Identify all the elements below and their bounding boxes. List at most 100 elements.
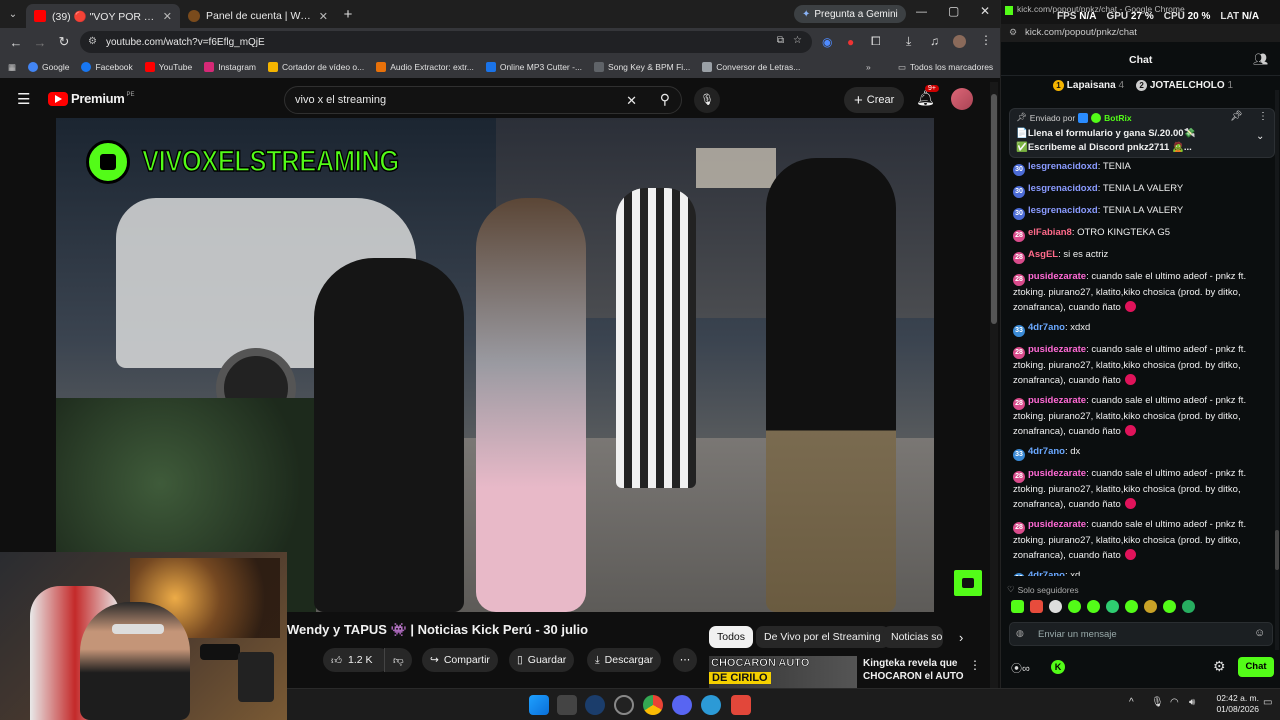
discord-icon[interactable] — [672, 695, 692, 715]
extension-icon[interactable]: ● — [847, 35, 854, 49]
extension-icon[interactable]: ◉ — [822, 35, 832, 49]
all-bookmarks-folder[interactable]: ▭ Todos los marcadores — [898, 62, 993, 73]
capture-app-icon[interactable] — [731, 695, 751, 715]
gemini-button[interactable]: ✦ Pregunta a Gemini — [794, 5, 906, 23]
notifications-button[interactable]: 🔔︎ 9+ — [916, 85, 939, 107]
chat-username[interactable]: AsgEL — [1028, 249, 1058, 260]
like-button[interactable]: 👍︎ 1.2 K — [323, 648, 391, 672]
download-button[interactable]: ⤓ Descargar — [587, 648, 662, 672]
more-actions-button[interactable]: ⋯ — [673, 648, 697, 672]
dislike-button[interactable]: 👎︎ — [384, 648, 412, 672]
scrollbar-thumb[interactable] — [991, 94, 997, 324]
file-explorer-icon[interactable] — [557, 695, 577, 715]
chevron-up-icon[interactable]: ^ — [1129, 697, 1134, 708]
steam-icon[interactable] — [585, 695, 605, 715]
wifi-icon[interactable]: ◠ — [1170, 697, 1179, 708]
bookmark-mp3-cutter[interactable]: Online MP3 Cutter -... — [485, 62, 582, 72]
voice-search-icon[interactable]: 🎙 — [694, 87, 720, 113]
windows-start-icon[interactable] — [529, 695, 549, 715]
search-input[interactable]: vivo x el streaming ✕ ⚲ — [284, 86, 682, 114]
chevron-right-icon[interactable]: › — [959, 630, 963, 645]
youtube-logo[interactable]: Premium PE — [48, 91, 135, 106]
hamburger-menu-icon[interactable]: ☰ — [17, 90, 30, 108]
clock[interactable]: 02:42 a. m. 01/08/2026 — [1213, 693, 1259, 715]
site-info-icon[interactable]: ⚙ — [88, 36, 97, 47]
close-window-button[interactable]: ✕ — [980, 4, 990, 18]
unpin-icon[interactable]: 📌︎ — [1230, 111, 1243, 122]
tab-youtube[interactable]: (39) 🔴 "VOY POR TI FEKA" ✕ — [26, 4, 180, 28]
bookmark-letras[interactable]: Conversor de Letras... — [702, 62, 800, 72]
notification-icon[interactable]: ▭ — [1263, 697, 1272, 708]
bookmark-video-cutter[interactable]: Cortador de vídeo o... — [268, 62, 364, 72]
kick-logo-icon[interactable]: K — [1051, 660, 1065, 674]
reload-icon[interactable]: ↻ — [52, 34, 76, 50]
bookmark-song-key[interactable]: Song Key & BPM Fi... — [594, 62, 690, 72]
pinned-message[interactable]: 📌︎ Enviado por BotRix 📄Llena el formular… — [1009, 108, 1275, 158]
bookmark-instagram[interactable]: Instagram — [204, 62, 256, 72]
emote-icon[interactable] — [1144, 600, 1157, 613]
channel-branding-icon[interactable] — [954, 570, 982, 596]
chat-username[interactable]: pusidezarate — [1028, 468, 1086, 479]
bookmark-google[interactable]: Google — [28, 62, 69, 72]
address-bar[interactable]: ⚙ youtube.com/watch?v=f6Eflg_mQjE ⧉ ☆ — [80, 31, 812, 53]
emote-icon[interactable] — [1163, 600, 1176, 613]
close-icon[interactable]: ✕ — [155, 10, 172, 23]
chip-noticias[interactable]: Noticias so — [883, 626, 943, 648]
emote-icon[interactable] — [1106, 600, 1119, 613]
tab-list-icon[interactable]: ⌄ — [0, 9, 26, 20]
chat-url-bar[interactable]: ⚙ kick.com/popout/pnkz/chat — [1001, 24, 1280, 42]
settings-link-icon[interactable]: ⦿∞ — [1011, 660, 1030, 676]
chat-send-button[interactable]: Chat — [1238, 657, 1274, 677]
more-icon[interactable]: ⋮ — [1258, 111, 1268, 122]
bookmark-star-icon[interactable]: ☆ — [793, 35, 802, 46]
chip-todos[interactable]: Todos — [709, 626, 754, 648]
obs-icon[interactable] — [614, 695, 634, 715]
new-tab-button[interactable]: + — [336, 6, 360, 23]
chat-username[interactable]: lesgrenacidoxd — [1028, 205, 1098, 216]
chat-username[interactable]: elFabian8 — [1028, 227, 1072, 238]
microphone-icon[interactable]: 🎙 — [1151, 697, 1164, 708]
clear-search-icon[interactable]: ✕ — [626, 93, 637, 109]
tab-wow[interactable]: Panel de cuenta | WoW PerÃº ✕ — [180, 4, 336, 28]
download-icon[interactable]: ⤓ — [906, 34, 911, 49]
close-icon[interactable]: ✕ — [311, 10, 328, 23]
chip-de-vivo[interactable]: De Vivo por el Streaming — [756, 626, 889, 648]
chat-username[interactable]: lesgrenacidoxd — [1028, 183, 1098, 194]
emoji-icon[interactable]: ☺ — [1254, 627, 1265, 639]
chevron-down-icon[interactable]: ⌄ — [1256, 131, 1264, 142]
chat-username[interactable]: pusidezarate — [1028, 344, 1086, 355]
save-button[interactable]: ▯ Guardar — [509, 648, 575, 672]
video-player[interactable]: VIVOXELSTREAMING — [56, 118, 934, 612]
emote-icon[interactable] — [1125, 600, 1138, 613]
gear-icon[interactable]: ⚙ — [1213, 658, 1226, 675]
app-icon[interactable] — [701, 695, 721, 715]
emote-icon[interactable] — [1087, 600, 1100, 613]
bookmark-facebook[interactable]: Facebook — [81, 62, 133, 72]
emote-icon[interactable] — [1030, 600, 1043, 613]
page-scrollbar[interactable] — [990, 82, 998, 688]
bookmark-audio-extractor[interactable]: Audio Extractor: extr... — [376, 62, 474, 72]
suggested-video[interactable]: CHOCARON AUTO DE CIRILO Kingteka revela … — [709, 656, 989, 695]
chat-username[interactable]: 4dr7ano — [1028, 446, 1065, 457]
extensions-puzzle-icon[interactable]: ⧠ — [871, 34, 881, 49]
media-icon[interactable]: ♫ — [930, 34, 939, 48]
share-button[interactable]: ↪ Compartir — [422, 648, 498, 672]
chat-username[interactable]: lesgrenacidoxd — [1028, 161, 1098, 172]
more-bookmarks-icon[interactable]: » — [866, 62, 871, 72]
emote-icon[interactable] — [1011, 600, 1024, 613]
bookmark-youtube[interactable]: YouTube — [144, 62, 192, 72]
chat-username[interactable]: 4dr7ano — [1028, 322, 1065, 333]
emote-icon[interactable] — [1049, 600, 1062, 613]
forward-icon[interactable]: → — [28, 35, 52, 50]
create-button[interactable]: + Crear — [844, 87, 905, 113]
users-icon[interactable]: 👥︎ — [1253, 52, 1268, 66]
volume-icon[interactable]: 🔊︎ — [1189, 697, 1195, 708]
minimize-button[interactable]: — — [916, 6, 927, 18]
maximize-button[interactable]: ▢ — [948, 4, 959, 18]
user-avatar[interactable] — [951, 88, 973, 110]
emote-icon[interactable] — [1068, 600, 1081, 613]
chat-username[interactable]: pusidezarate — [1028, 395, 1086, 406]
scrollbar-thumb[interactable] — [1275, 530, 1279, 570]
install-icon[interactable]: ⧉ — [777, 35, 784, 46]
chrome-icon[interactable] — [643, 695, 663, 715]
